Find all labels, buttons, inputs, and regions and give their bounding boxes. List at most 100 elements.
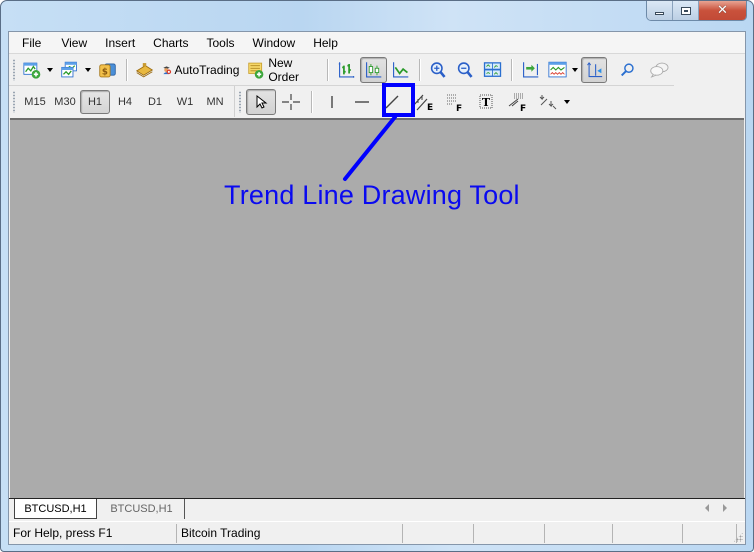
status-cell xyxy=(613,524,683,543)
close-icon: ✕ xyxy=(717,3,728,18)
timeframe-w1[interactable]: W1 xyxy=(170,90,200,114)
text-label-button[interactable]: T xyxy=(471,89,501,115)
line-chart-icon xyxy=(393,61,409,77)
candlestick-chart-button[interactable] xyxy=(360,56,388,83)
candlestick-chart-icon xyxy=(366,61,382,77)
vertical-line-icon xyxy=(331,95,333,108)
toolbar-separator xyxy=(511,58,513,81)
menu-insert[interactable]: Insert xyxy=(96,33,144,53)
maximize-icon xyxy=(680,6,691,15)
autotrading-button[interactable]: AutoTrading xyxy=(158,57,243,83)
fibonacci-retracement-button[interactable]: F xyxy=(439,89,471,115)
caption-buttons: ✕ xyxy=(646,1,747,21)
text-label-icon: T xyxy=(479,94,493,109)
chart-shift-icon xyxy=(523,61,539,77)
horizontal-line-button[interactable] xyxy=(347,89,377,115)
chart-tab-active[interactable]: BTCUSD,H1 xyxy=(14,499,97,519)
timeframe-m30[interactable]: M30 xyxy=(50,90,80,114)
line-chart-button[interactable] xyxy=(387,57,414,83)
profiles-dropdown-icon[interactable] xyxy=(84,67,91,72)
crosshair-icon xyxy=(282,93,300,110)
fibonacci-fan-button[interactable]: F xyxy=(501,89,533,115)
menu-tools[interactable]: Tools xyxy=(198,33,244,53)
timeframe-d1[interactable]: D1 xyxy=(140,90,170,114)
status-cell xyxy=(474,524,545,543)
timeframe-m15[interactable]: M15 xyxy=(20,90,50,114)
tile-windows-button[interactable] xyxy=(479,57,506,83)
menu-window[interactable]: Window xyxy=(244,33,305,53)
vertical-line-button[interactable] xyxy=(317,89,347,115)
zoom-out-button[interactable] xyxy=(452,57,479,83)
menu-help[interactable]: Help xyxy=(304,33,347,53)
new-chart-button[interactable] xyxy=(19,57,46,83)
timeframe-mn[interactable]: MN xyxy=(200,90,230,114)
menu-bar: File View Insert Charts Tools Window Hel… xyxy=(9,32,745,54)
client-area: File View Insert Charts Tools Window Hel… xyxy=(8,31,746,545)
market-watch-button[interactable]: $ xyxy=(94,57,121,83)
profiles-icon xyxy=(61,61,78,77)
tile-windows-icon xyxy=(484,61,502,77)
indicators-dropdown-icon[interactable] xyxy=(572,67,579,72)
new-order-icon xyxy=(248,62,264,79)
annotation-label: Trend Line Drawing Tool xyxy=(224,180,520,210)
timeframe-h4[interactable]: H4 xyxy=(110,90,140,114)
zoom-in-icon xyxy=(430,61,446,78)
navigator-icon xyxy=(136,62,154,77)
toolbar-grip[interactable] xyxy=(12,90,16,113)
svg-text:F: F xyxy=(520,104,526,112)
chat-icon xyxy=(650,62,669,78)
chart-tab[interactable]: BTCUSD,H1 xyxy=(99,499,185,519)
chart-shift-button[interactable] xyxy=(517,57,544,83)
cursor-button[interactable] xyxy=(246,88,276,115)
toolbar-grip[interactable] xyxy=(12,58,16,81)
indicators-icon xyxy=(548,61,567,77)
arrows-icon xyxy=(539,94,557,109)
indicators-button[interactable] xyxy=(544,57,571,83)
autotrading-icon xyxy=(163,65,172,74)
arrows-dropdown-icon[interactable] xyxy=(564,99,570,104)
minimize-button[interactable] xyxy=(647,1,673,20)
cursor-icon xyxy=(256,94,268,109)
toolbar-grip[interactable] xyxy=(238,90,242,113)
new-order-label: New Order xyxy=(268,55,300,84)
bar-chart-button[interactable] xyxy=(333,57,360,83)
new-chart-dropdown-icon[interactable] xyxy=(47,67,54,72)
toolbar-separator xyxy=(125,58,127,81)
status-cell xyxy=(545,524,613,543)
maximize-button[interactable] xyxy=(673,1,699,20)
auto-scroll-icon xyxy=(587,61,603,77)
toolbar-separator xyxy=(327,58,329,81)
arrows-button[interactable] xyxy=(533,89,563,115)
menu-charts[interactable]: Charts xyxy=(144,33,197,53)
status-cell xyxy=(683,524,737,543)
close-button[interactable]: ✕ xyxy=(699,1,746,20)
timeframe-h1[interactable]: H1 xyxy=(80,89,110,114)
svg-text:T: T xyxy=(482,96,491,109)
crosshair-button[interactable] xyxy=(276,89,306,115)
toolbar-divider xyxy=(234,86,235,117)
annotation-highlight-box xyxy=(382,83,415,117)
chart-tabs-bar: BTCUSD,H1 BTCUSD,H1 xyxy=(9,498,745,520)
horizontal-line-icon xyxy=(355,100,369,103)
chat-button[interactable] xyxy=(645,57,674,83)
zoom-in-button[interactable] xyxy=(425,57,452,83)
svg-text:E: E xyxy=(427,103,433,112)
svg-text:F: F xyxy=(456,104,462,112)
navigator-button[interactable] xyxy=(131,57,158,83)
standard-toolbar: $ AutoTrading New Order xyxy=(9,54,674,86)
fibonacci-retracement-icon: F xyxy=(447,94,462,112)
search-button[interactable] xyxy=(615,57,641,83)
menu-file[interactable]: File xyxy=(14,33,52,53)
menu-view[interactable]: View xyxy=(52,33,96,53)
title-bar[interactable]: ✕ xyxy=(1,1,753,31)
status-profile-text: Bitcoin Trading xyxy=(177,524,403,543)
status-cell xyxy=(403,524,474,543)
profiles-button[interactable] xyxy=(56,57,83,83)
app-window: ✕ File View Insert Charts Tools Window H… xyxy=(0,0,754,552)
new-order-button[interactable]: New Order xyxy=(243,55,322,84)
autotrading-label: AutoTrading xyxy=(174,62,240,77)
scroll-right-icon[interactable] xyxy=(723,504,727,512)
scroll-left-icon[interactable] xyxy=(705,504,709,512)
auto-scroll-button[interactable] xyxy=(581,56,608,83)
chart-workspace[interactable] xyxy=(10,118,744,498)
